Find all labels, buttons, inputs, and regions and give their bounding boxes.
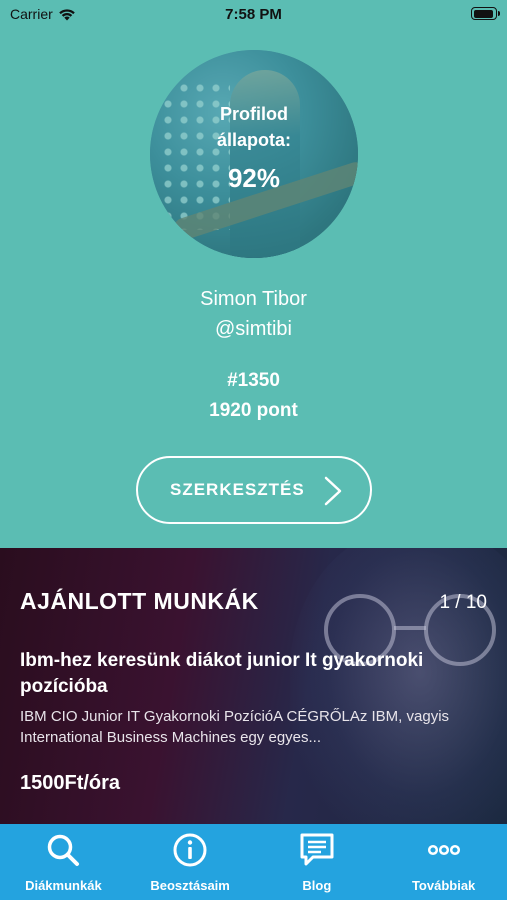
- profile-points: 1920 pont: [209, 400, 298, 421]
- tab-label: Blog: [302, 878, 332, 893]
- profile-avatar[interactable]: Profilod állapota: 92%: [150, 50, 358, 258]
- job-title[interactable]: Ibm-hez keresünk diákot junior It gyakor…: [20, 648, 440, 700]
- tab-label: Beosztásaim: [150, 878, 230, 893]
- chat-icon: [300, 833, 334, 866]
- profile-completion: Profilod állapota: 92%: [150, 50, 358, 258]
- profile-completion-label: Profilod állapota:: [216, 103, 291, 150]
- profile-name: Simon Tibor: [200, 288, 307, 310]
- edit-profile-button[interactable]: SZERKESZTÉS: [136, 456, 372, 524]
- tab-blog[interactable]: Blog: [254, 824, 381, 900]
- search-icon: [48, 834, 80, 866]
- job-description: IBM CIO Junior IT Gyakornoki PozícióA CÉ…: [20, 708, 450, 746]
- tab-label: Továbbiak: [411, 878, 476, 893]
- edit-profile-label: SZERKESZTÉS: [170, 480, 305, 499]
- job-wage: 1500Ft/óra: [20, 772, 121, 794]
- info-icon: [173, 833, 207, 867]
- jobs-pager: 1 / 10: [439, 592, 487, 613]
- battery-icon: [471, 7, 500, 20]
- recommended-jobs-card[interactable]: AJÁNLOTT MUNKÁK 1 / 10 Ibm-hez keresünk …: [0, 548, 507, 824]
- profile-username: @simtibi: [215, 318, 292, 340]
- tab-tovabbiak[interactable]: Továbbiak: [380, 824, 507, 900]
- tab-beosztasaim[interactable]: Beosztásaim: [127, 824, 254, 900]
- profile-completion-percent: 92%: [227, 162, 281, 193]
- clock: 7:58 PM: [225, 6, 282, 23]
- profile-rank: #1350: [227, 370, 280, 391]
- tab-diakmunkak[interactable]: Diákmunkák: [0, 824, 127, 900]
- chevron-right-icon: [324, 476, 342, 506]
- profile-section: Profilod állapota: 92% Simon Tibor @simt…: [0, 28, 507, 548]
- status-bar: Carrier 7:58 PM: [0, 0, 507, 28]
- tab-label: Diákmunkák: [25, 878, 102, 893]
- tab-bar: Diákmunkák Beosztásaim Blog Továbbiak: [0, 824, 507, 900]
- more-icon: [427, 844, 460, 856]
- recommended-jobs-title: AJÁNLOTT MUNKÁK: [20, 588, 259, 614]
